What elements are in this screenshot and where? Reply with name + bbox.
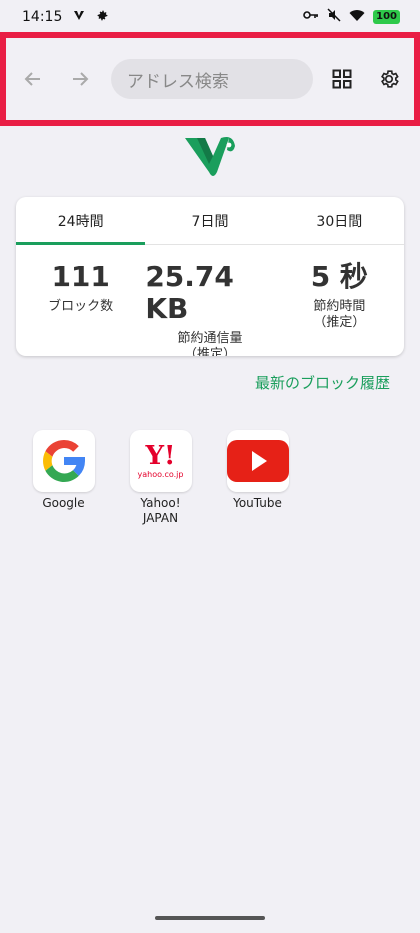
yahoo-logo-subtext: yahoo.co.jp — [137, 470, 184, 479]
settings-notification-icon — [96, 9, 109, 26]
stat-block-count: 111 ブロック数 — [16, 245, 145, 355]
stat-value: 25.74 KB — [145, 260, 234, 325]
yahoo-japan-icon: Y! yahoo.co.jp — [129, 430, 192, 492]
status-time: 14:15 — [22, 9, 63, 25]
stat-time-saved: 5 秒 節約時間 （推定） — [275, 245, 404, 355]
vivaldi-logo — [183, 130, 239, 180]
grid-icon[interactable] — [325, 62, 358, 96]
stat-value: 111 — [51, 260, 110, 293]
youtube-icon — [226, 430, 289, 492]
wifi-icon — [349, 9, 365, 26]
battery-icon: 100 — [373, 10, 400, 24]
shortcut-yahoo-japan[interactable]: Y! yahoo.co.jp Yahoo! JAPAN — [127, 430, 194, 526]
stat-data-saved: 25.74 KB 節約通信量 （推定） — [145, 245, 274, 357]
tab-24h[interactable]: 24時間 — [16, 197, 146, 245]
speed-dial: Google Y! yahoo.co.jp Yahoo! JAPAN YouTu… — [30, 430, 291, 526]
stat-label: ブロック数 — [48, 299, 114, 314]
block-stats-card: 24時間 7日間 30日間 111 ブロック数 25.74 KB 節約通信量 （… — [16, 197, 404, 356]
shortcut-label: Google — [42, 496, 85, 510]
block-history-link[interactable]: 最新のブロック履歴 — [255, 372, 390, 393]
shortcut-youtube[interactable]: YouTube — [224, 430, 291, 526]
yahoo-logo-text: Y! — [145, 441, 176, 471]
home-indicator[interactable] — [155, 916, 265, 920]
arrow-forward-icon[interactable] — [65, 64, 94, 94]
mute-icon — [327, 8, 341, 26]
address-placeholder: アドレス検索 — [126, 71, 229, 92]
stat-value: 5 秒 — [310, 260, 368, 293]
shortcut-label: YouTube — [233, 496, 282, 510]
status-bar: 14:15 100 — [0, 0, 420, 34]
google-icon — [32, 430, 95, 492]
stat-label: 節約時間 （推定） — [313, 299, 366, 330]
address-search-input[interactable]: アドレス検索 — [110, 59, 314, 99]
vivaldi-notification-icon — [72, 8, 86, 26]
arrow-back-icon[interactable] — [18, 64, 47, 94]
tab-7d[interactable]: 7日間 — [145, 197, 274, 244]
shortcut-google[interactable]: Google — [30, 430, 97, 526]
tab-30d[interactable]: 30日間 — [275, 197, 404, 244]
gear-icon[interactable] — [373, 62, 406, 96]
key-icon — [303, 9, 319, 25]
browser-toolbar: アドレス検索 — [0, 32, 420, 126]
shortcut-label: Yahoo! JAPAN — [140, 496, 181, 525]
stat-label: 節約通信量 （推定） — [177, 331, 243, 356]
stats-period-tabs: 24時間 7日間 30日間 — [16, 197, 404, 245]
